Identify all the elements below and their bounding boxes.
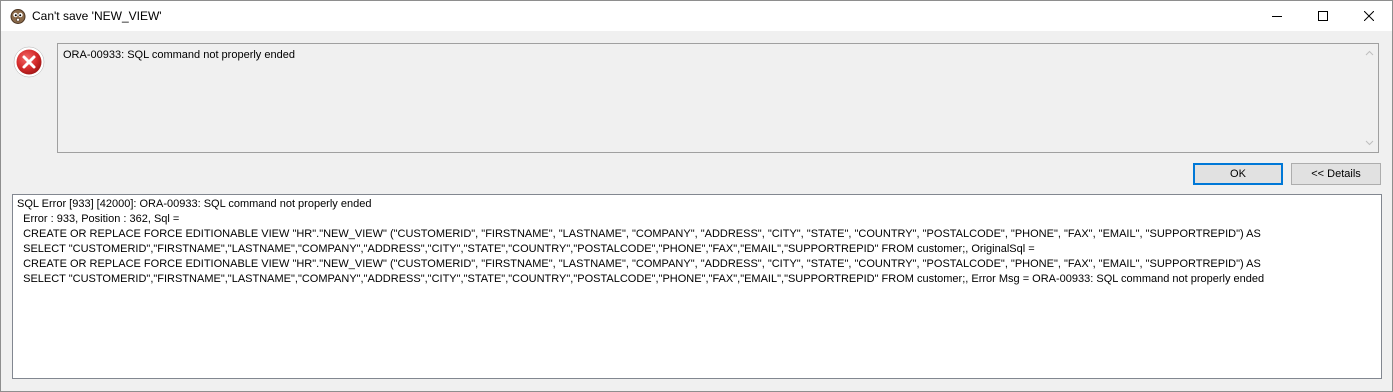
scroll-up-icon[interactable] [1365, 49, 1374, 58]
title-bar[interactable]: Can't save 'NEW_VIEW' [1, 1, 1392, 31]
details-line: SELECT "CUSTOMERID","FIRSTNAME","LASTNAM… [17, 273, 1265, 285]
ok-button[interactable]: OK [1193, 163, 1283, 185]
close-button[interactable] [1346, 1, 1392, 31]
message-scrollbar[interactable] [1361, 44, 1378, 152]
beaver-app-icon [10, 8, 26, 24]
minimize-button[interactable] [1254, 1, 1300, 31]
error-message-box[interactable]: ORA-00933: SQL command not properly ende… [57, 43, 1379, 153]
details-line: SELECT "CUSTOMERID","FIRSTNAME","LASTNAM… [17, 243, 1038, 255]
details-line: CREATE OR REPLACE FORCE EDITIONABLE VIEW… [17, 258, 1264, 270]
error-message-text: ORA-00933: SQL command not properly ende… [63, 49, 295, 61]
error-icon [13, 46, 45, 78]
error-details-text: SQL Error [933] [42000]: ORA-00933: SQL … [17, 197, 1264, 287]
details-toggle-button[interactable]: << Details [1291, 163, 1381, 185]
details-line: CREATE OR REPLACE FORCE EDITIONABLE VIEW… [17, 228, 1264, 240]
close-icon [1364, 11, 1374, 21]
maximize-button[interactable] [1300, 1, 1346, 31]
error-details-box[interactable]: SQL Error [933] [42000]: ORA-00933: SQL … [12, 194, 1382, 379]
maximize-icon [1318, 11, 1328, 21]
details-line: Error : 933, Position : 362, Sql = [17, 213, 183, 225]
minimize-icon [1272, 16, 1282, 17]
window-title: Can't save 'NEW_VIEW' [32, 9, 162, 23]
scroll-down-icon[interactable] [1365, 138, 1374, 147]
details-line: SQL Error [933] [42000]: ORA-00933: SQL … [17, 198, 372, 210]
error-dialog: Can't save 'NEW_VIEW' ORA-00933: SQL com… [0, 0, 1393, 392]
